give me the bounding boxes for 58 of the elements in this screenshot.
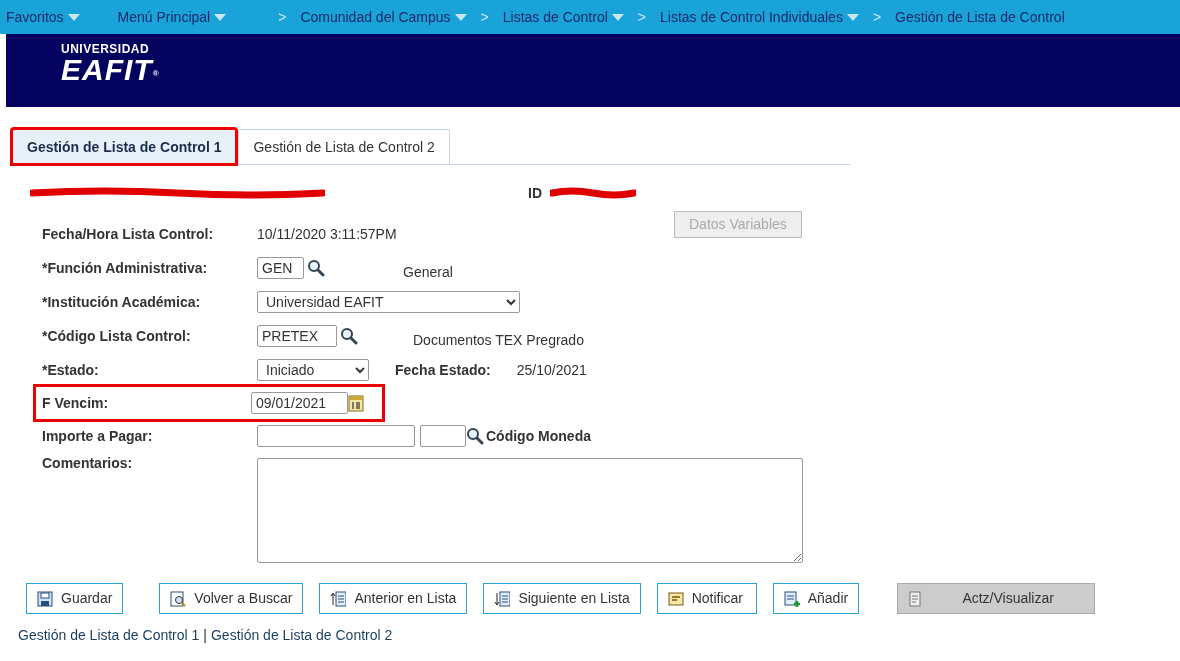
toolbar-button[interactable]: Notificar xyxy=(656,583,757,614)
breadcrumb-link[interactable]: Gestión de Lista de Control xyxy=(895,6,1065,28)
search-document-icon xyxy=(170,590,187,607)
breadcrumb-link[interactable]: Listas de Control xyxy=(502,6,624,28)
field-label: *Función Administrativa: xyxy=(42,258,209,278)
caret-icon xyxy=(454,13,467,21)
search-icon[interactable] xyxy=(340,327,358,345)
field-value: 10/11/2020 3:11:57PM xyxy=(257,224,397,244)
toolbar-button[interactable]: Volver a Buscar xyxy=(159,583,304,614)
breadcrumb-separator: > xyxy=(278,7,287,27)
tab[interactable]: Gestión de Lista de Control 2 xyxy=(238,129,450,164)
tab[interactable]: Gestión de Lista de Control 1 xyxy=(12,129,237,164)
comments-field[interactable] xyxy=(257,458,803,563)
search-icon[interactable] xyxy=(466,427,484,445)
field-label: F Vencim: xyxy=(42,393,110,413)
page-link[interactable]: Gestión de Lista de Control 1 xyxy=(18,625,200,646)
text-field[interactable]: PRETEX xyxy=(257,325,337,347)
field-label: Comentarios: xyxy=(42,454,134,473)
note-icon xyxy=(667,590,684,607)
toolbar-button[interactable]: Anterior en Lista xyxy=(319,583,468,614)
field-label: Fecha/Hora Lista Control: xyxy=(42,224,215,244)
date-field[interactable]: 09/01/2021 xyxy=(251,392,348,414)
breadcrumb-link[interactable]: Comunidad del Campus xyxy=(300,6,467,28)
breadcrumb-separator: > xyxy=(480,7,489,27)
id-label: ID xyxy=(528,183,542,203)
field-label: *Código Lista Control: xyxy=(42,326,192,346)
toolbar-button[interactable]: Siguiente en Lista xyxy=(483,583,641,614)
search-icon[interactable] xyxy=(307,259,325,277)
field-label: *Estado: xyxy=(42,360,100,380)
calendar-icon xyxy=(348,394,364,412)
caret-icon xyxy=(67,13,80,21)
caret-icon xyxy=(846,13,859,21)
dropdown-field[interactable]: Iniciado xyxy=(257,359,369,381)
field-value: 25/10/2021 xyxy=(516,360,587,380)
currency-field[interactable] xyxy=(420,425,466,447)
field-description: General xyxy=(403,262,453,282)
breadcrumb-link[interactable]: Favoritos xyxy=(6,6,80,28)
up-list-icon xyxy=(330,590,347,607)
field-label: Código Moneda xyxy=(486,426,591,446)
link-separator: | xyxy=(203,626,207,645)
toolbar-button[interactable]: Guardar xyxy=(26,583,124,614)
down-list-icon xyxy=(494,590,511,607)
breadcrumb-link[interactable]: Listas de Control Individuales xyxy=(660,6,859,28)
field-description: Documentos TEX Pregrado xyxy=(413,330,584,350)
toolbar-button[interactable]: Añadir xyxy=(772,583,860,614)
breadcrumb-separator: > xyxy=(872,7,882,27)
breadcrumb-separator: > xyxy=(637,7,646,27)
field-label: Importe a Pagar: xyxy=(42,426,154,446)
caret-icon xyxy=(611,13,624,21)
dropdown-field[interactable]: Universidad EAFIT xyxy=(257,291,520,313)
text-field[interactable]: GEN xyxy=(257,257,304,279)
page-link[interactable]: Gestión de Lista de Control 2 xyxy=(211,625,393,646)
breadcrumb-link[interactable]: Menú Principal xyxy=(117,6,227,28)
caret-icon xyxy=(214,13,227,21)
add-document-icon xyxy=(783,590,800,607)
field-label: Fecha Estado: xyxy=(395,360,491,380)
field-label: *Institución Académica: xyxy=(42,292,202,312)
amount-field[interactable] xyxy=(257,425,415,447)
